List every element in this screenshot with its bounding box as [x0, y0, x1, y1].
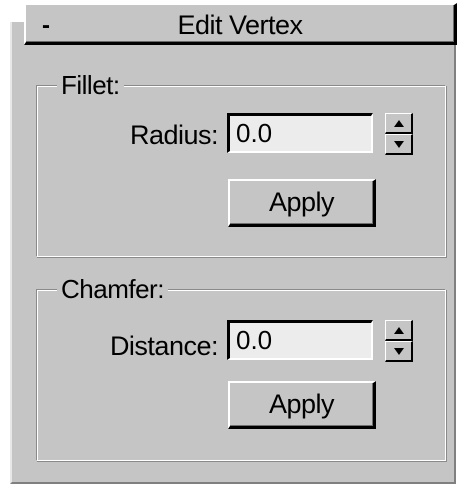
chamfer-group-label: Chamfer:: [57, 273, 168, 305]
distance-spinner[interactable]: [385, 320, 413, 362]
radius-spinner[interactable]: [385, 113, 413, 155]
radius-label: Radius:: [129, 120, 219, 150]
distance-label: Distance:: [109, 331, 219, 361]
arrow-up-icon: [393, 326, 404, 334]
rollout-title-bar[interactable]: - Edit Vertex: [24, 3, 457, 45]
fillet-group: Fillet:: [36, 69, 446, 257]
radius-input[interactable]: [227, 113, 373, 153]
distance-spin-up-button[interactable]: [385, 320, 413, 341]
distance-spin-down-button[interactable]: [385, 341, 413, 362]
fillet-apply-button[interactable]: Apply: [228, 179, 376, 227]
radius-spin-up-button[interactable]: [385, 113, 413, 134]
arrow-down-icon: [393, 347, 404, 355]
fillet-group-label: Fillet:: [57, 69, 124, 101]
chamfer-apply-button[interactable]: Apply: [228, 381, 376, 429]
chamfer-group: Chamfer:: [36, 273, 446, 461]
arrow-down-icon: [393, 140, 404, 148]
arrow-up-icon: [393, 119, 404, 127]
radius-spin-down-button[interactable]: [385, 134, 413, 155]
distance-input[interactable]: [227, 320, 373, 360]
rollout-title: Edit Vertex: [177, 10, 303, 40]
